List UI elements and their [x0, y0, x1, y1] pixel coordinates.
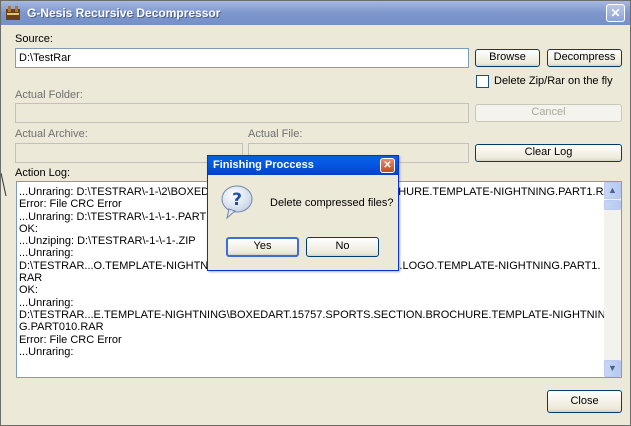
dialog-close-button[interactable]: ✕: [380, 158, 395, 173]
scroll-thumb[interactable]: [604, 200, 621, 210]
log-scrollbar[interactable]: ▲ ▼: [604, 182, 621, 377]
dialog-titlebar[interactable]: Finishing Proccess ✕: [208, 156, 398, 175]
dialog-message: Delete compressed files?: [270, 197, 394, 209]
log-line: OK:: [19, 284, 38, 297]
actual-folder-label: Actual Folder:: [15, 89, 83, 101]
svg-text:?: ?: [232, 190, 242, 210]
log-line: D:\TESTRAR...E.TEMPLATE-NIGHTNING\BOXEDA…: [19, 308, 606, 321]
main-window: G-Nesis Recursive Decompressor ✕ Source:…: [0, 0, 631, 426]
actual-folder-field: [15, 103, 469, 123]
window-title: G-Nesis Recursive Decompressor: [27, 6, 221, 20]
scroll-down-icon[interactable]: ▼: [604, 360, 621, 377]
delete-zip-rar-label: Delete Zip/Rar on the fly: [494, 75, 613, 87]
no-button[interactable]: No: [306, 237, 379, 257]
window-close-button[interactable]: ✕: [606, 4, 625, 22]
delete-zip-rar-checkbox[interactable]: [476, 75, 489, 88]
source-label: Source:: [15, 33, 53, 45]
resize-mark-icon: [1, 173, 7, 197]
yes-button[interactable]: Yes: [226, 237, 299, 257]
window-titlebar[interactable]: G-Nesis Recursive Decompressor ✕: [1, 1, 630, 25]
browse-button[interactable]: Browse: [475, 49, 540, 67]
clear-log-button[interactable]: Clear Log: [475, 144, 622, 162]
log-line: ...Unraring:: [19, 345, 74, 358]
source-input[interactable]: D:\TestRar: [15, 48, 469, 68]
app-icon: [5, 5, 21, 21]
log-line: ...Unraring:: [19, 296, 74, 309]
log-line: RAR: [19, 272, 43, 285]
finishing-process-dialog: Finishing Proccess ✕ ? Delete compressed…: [207, 155, 399, 271]
cancel-button[interactable]: Cancel: [475, 104, 622, 122]
log-line: Error: File CRC Error: [19, 333, 122, 346]
actual-archive-label: Actual Archive:: [15, 128, 88, 140]
close-button[interactable]: Close: [547, 390, 622, 413]
actual-file-label: Actual File:: [248, 128, 303, 140]
scroll-up-icon[interactable]: ▲: [604, 182, 621, 199]
log-line: G.PART010.RAR: [19, 321, 104, 334]
dialog-title: Finishing Proccess: [213, 159, 314, 171]
question-icon: ?: [220, 184, 254, 220]
action-log-label: Action Log:: [15, 167, 71, 179]
decompress-button[interactable]: Decompress: [547, 49, 622, 67]
